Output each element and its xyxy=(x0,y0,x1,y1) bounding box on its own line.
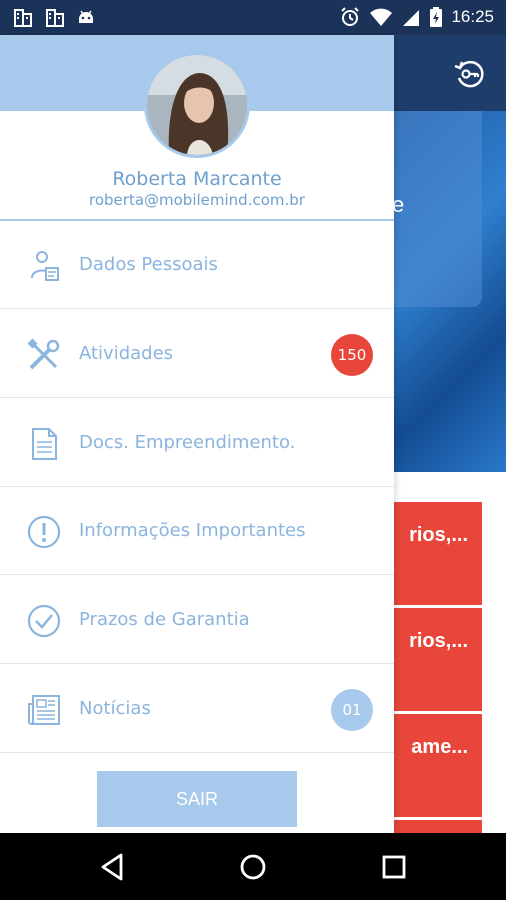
wifi-icon xyxy=(370,8,393,26)
newspaper-icon xyxy=(28,695,60,725)
app-header xyxy=(394,35,506,111)
status-bar: 16:25 xyxy=(0,0,506,35)
hero-overlay-panel xyxy=(394,111,482,307)
background-card[interactable]: rios,... xyxy=(394,502,482,605)
menu-item-docs-empreendimento[interactable]: Docs. Empreendimento. xyxy=(0,399,394,487)
back-icon[interactable] xyxy=(93,847,133,887)
alert-circle-icon xyxy=(27,515,61,549)
signal-icon xyxy=(403,10,420,26)
alarm-icon xyxy=(341,7,360,26)
home-icon[interactable] xyxy=(233,847,273,887)
status-bar-left xyxy=(12,6,96,28)
background-card-text: rios,... xyxy=(409,524,468,546)
user-name: Roberta Marcante xyxy=(112,168,282,190)
background-card[interactable]: ame... xyxy=(394,714,482,817)
status-time: 16:25 xyxy=(451,7,494,26)
recents-icon[interactable] xyxy=(374,847,414,887)
user-email: roberta@mobilemind.com.br xyxy=(89,191,305,209)
tools-icon xyxy=(27,338,60,370)
building-icon xyxy=(14,9,32,27)
background-card-text: ame... xyxy=(411,736,468,758)
background-card-text: rios,... xyxy=(409,630,468,652)
building-icon xyxy=(46,9,64,27)
notification-badge: 01 xyxy=(331,689,373,731)
menu-item-label: Notícias xyxy=(79,698,151,719)
android-icon xyxy=(79,10,93,23)
menu-item-label: Docs. Empreendimento. xyxy=(79,432,296,453)
document-icon xyxy=(32,428,57,460)
menu-item-label: Atividades xyxy=(79,343,174,364)
avatar-photo xyxy=(147,55,247,155)
history-key-icon[interactable] xyxy=(452,56,488,92)
background-card[interactable]: rios,... xyxy=(394,608,482,711)
status-bar-right: 16:25 xyxy=(339,6,494,28)
menu-item-dados-pessoais[interactable]: Dados Pessoais xyxy=(0,221,394,309)
avatar[interactable] xyxy=(144,52,250,158)
navigation-drawer: Roberta Marcante roberta@mobilemind.com.… xyxy=(0,35,394,833)
notification-badge: 150 xyxy=(331,334,373,376)
system-nav-bar xyxy=(0,833,506,900)
menu-item-noticias[interactable]: Notícias 01 xyxy=(0,665,394,753)
menu-item-label: Prazos de Garantia xyxy=(79,609,250,630)
menu-item-label: Dados Pessoais xyxy=(79,254,218,275)
menu-item-prazos-de-garantia[interactable]: Prazos de Garantia xyxy=(0,576,394,664)
background-card xyxy=(394,820,482,833)
menu-item-atividades[interactable]: Atividades 150 xyxy=(0,310,394,398)
check-circle-icon xyxy=(27,604,61,638)
user-id-icon xyxy=(31,251,59,281)
battery-charging-icon xyxy=(430,7,443,27)
menu-item-informacoes-importantes[interactable]: Informações Importantes xyxy=(0,487,394,575)
logout-button[interactable]: SAIR xyxy=(97,771,297,827)
menu-item-label: Informações Importantes xyxy=(79,520,306,541)
